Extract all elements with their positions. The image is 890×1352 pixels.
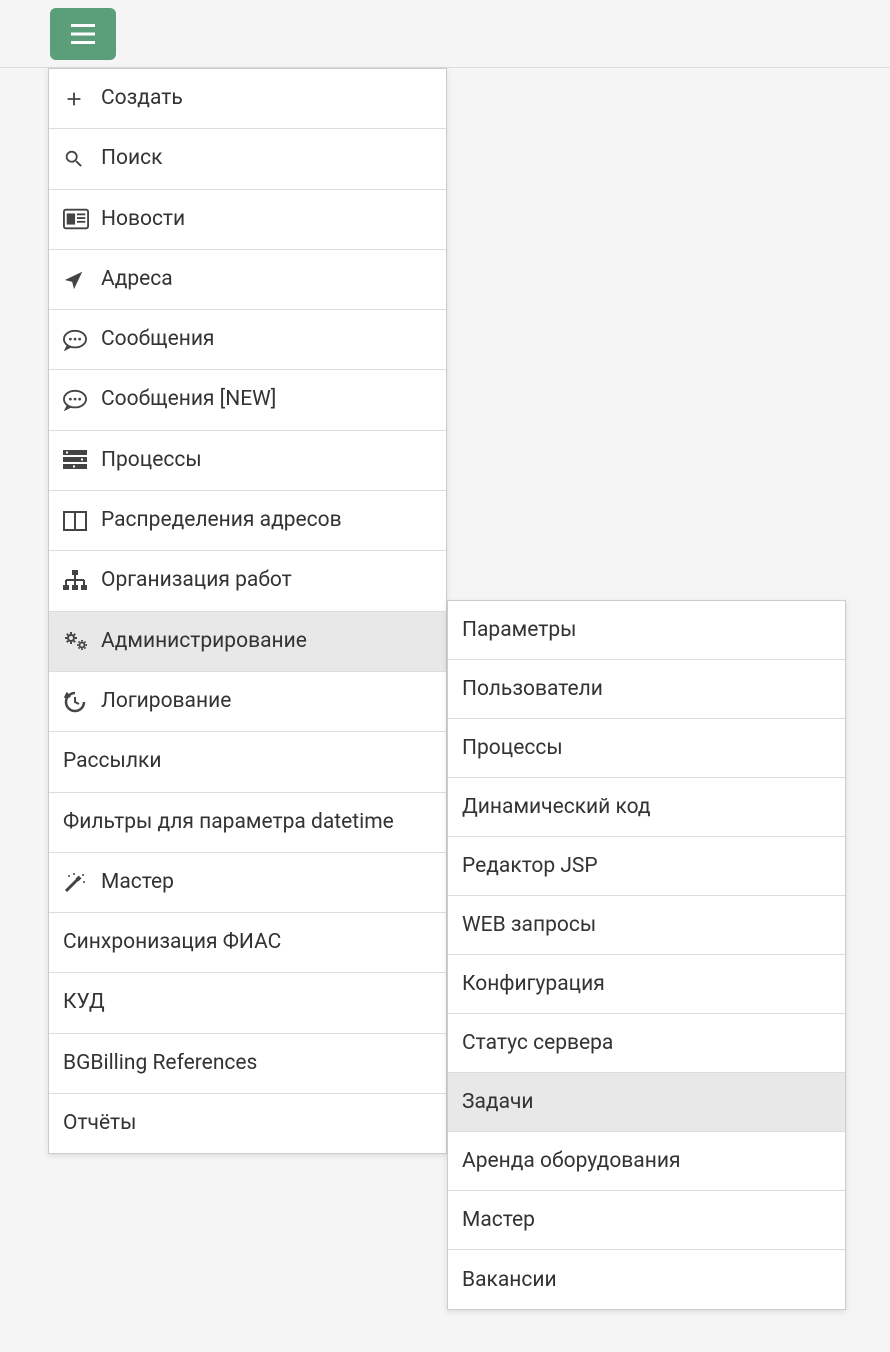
menu-item-9[interactable]: Администрирование <box>49 612 446 672</box>
menu-item-label: Организация работ <box>101 567 432 594</box>
magic-icon <box>63 872 101 894</box>
submenu-item-6[interactable]: Конфигурация <box>448 955 845 1014</box>
submenu-item-9[interactable]: Аренда оборудования <box>448 1132 845 1191</box>
news-icon <box>63 208 101 230</box>
submenu-item-label: Мастер <box>462 1208 535 1232</box>
sitemap-icon <box>63 570 101 592</box>
menu-item-2[interactable]: Новости <box>49 190 446 250</box>
submenu-item-5[interactable]: WEB запросы <box>448 896 845 955</box>
menu-item-label: Рассылки <box>63 748 432 775</box>
menu-item-label: Поиск <box>101 145 432 172</box>
submenu-item-10[interactable]: Мастер <box>448 1191 845 1250</box>
menu-item-label: Сообщения <box>101 326 432 353</box>
menu-item-label: BGBilling References <box>63 1050 432 1077</box>
submenu-item-4[interactable]: Редактор JSP <box>448 837 845 896</box>
columns-icon <box>63 511 101 531</box>
menu-item-17[interactable]: Отчёты <box>49 1094 446 1153</box>
tasks-icon <box>63 450 101 470</box>
chat-icon <box>63 389 101 411</box>
menu-item-10[interactable]: Логирование <box>49 672 446 732</box>
menu-item-label: Администрирование <box>101 628 432 655</box>
menu-item-label: Логирование <box>101 688 432 715</box>
topbar <box>0 0 890 68</box>
menu-item-12[interactable]: Фильтры для параметра datetime <box>49 793 446 853</box>
menu-item-label: Процессы <box>101 447 432 474</box>
submenu-item-3[interactable]: Динамический код <box>448 778 845 837</box>
menu-item-label: Отчёты <box>63 1110 432 1137</box>
menu-item-4[interactable]: Сообщения <box>49 310 446 370</box>
sub-menu: Параметры Пользователи Процессы Динамически… <box>447 600 846 1310</box>
menu-item-11[interactable]: Рассылки <box>49 732 446 792</box>
submenu-item-label: Задачи <box>462 1090 534 1114</box>
submenu-item-11[interactable]: Вакансии <box>448 1250 845 1309</box>
menu-item-label: Создать <box>101 85 432 112</box>
menu-item-14[interactable]: Синхронизация ФИАС <box>49 913 446 973</box>
menu-item-label: Адреса <box>101 266 432 293</box>
menu-item-1[interactable]: Поиск <box>49 129 446 189</box>
menu-item-15[interactable]: КУД <box>49 973 446 1033</box>
location-icon <box>63 269 101 291</box>
submenu-item-label: Статус сервера <box>462 1031 613 1055</box>
history-icon <box>63 691 101 713</box>
menu-item-label: Распределения адресов <box>101 507 432 534</box>
chat-icon <box>63 329 101 351</box>
hamburger-button[interactable] <box>50 8 116 60</box>
menu-item-label: Синхронизация ФИАС <box>63 929 432 956</box>
hamburger-icon <box>71 24 95 44</box>
submenu-item-1[interactable]: Пользователи <box>448 660 845 719</box>
menu-item-label: КУД <box>63 989 432 1016</box>
menu-item-5[interactable]: Сообщения [NEW] <box>49 370 446 430</box>
submenu-item-label: Процессы <box>462 736 563 760</box>
submenu-item-label: Динамический код <box>462 795 651 819</box>
menu-item-label: Сообщения [NEW] <box>101 386 432 413</box>
submenu-item-8[interactable]: Задачи <box>448 1073 845 1132</box>
submenu-item-2[interactable]: Процессы <box>448 719 845 778</box>
submenu-item-label: Параметры <box>462 618 576 642</box>
submenu-item-label: Аренда оборудования <box>462 1149 681 1173</box>
submenu-item-7[interactable]: Статус сервера <box>448 1014 845 1073</box>
submenu-item-label: Конфигурация <box>462 972 605 996</box>
submenu-item-label: Редактор JSP <box>462 854 598 878</box>
gears-icon <box>63 630 101 652</box>
menu-item-8[interactable]: Организация работ <box>49 551 446 611</box>
menu-item-3[interactable]: Адреса <box>49 250 446 310</box>
menu-item-label: Мастер <box>101 869 432 896</box>
submenu-item-label: Пользователи <box>462 677 603 701</box>
search-icon <box>63 148 101 170</box>
menu-item-13[interactable]: Мастер <box>49 853 446 913</box>
submenu-item-0[interactable]: Параметры <box>448 601 845 660</box>
submenu-item-label: Вакансии <box>462 1268 557 1292</box>
menu-item-label: Фильтры для параметра datetime <box>63 809 432 836</box>
plus-icon <box>63 88 101 110</box>
menu-item-16[interactable]: BGBilling References <box>49 1034 446 1094</box>
menu-item-6[interactable]: Процессы <box>49 431 446 491</box>
main-menu: Создать Поиск Новости Адреса Сообщения Сообще… <box>48 68 447 1154</box>
menu-item-0[interactable]: Создать <box>49 69 446 129</box>
menu-item-label: Новости <box>101 206 432 233</box>
submenu-item-label: WEB запросы <box>462 913 596 937</box>
menu-item-7[interactable]: Распределения адресов <box>49 491 446 551</box>
